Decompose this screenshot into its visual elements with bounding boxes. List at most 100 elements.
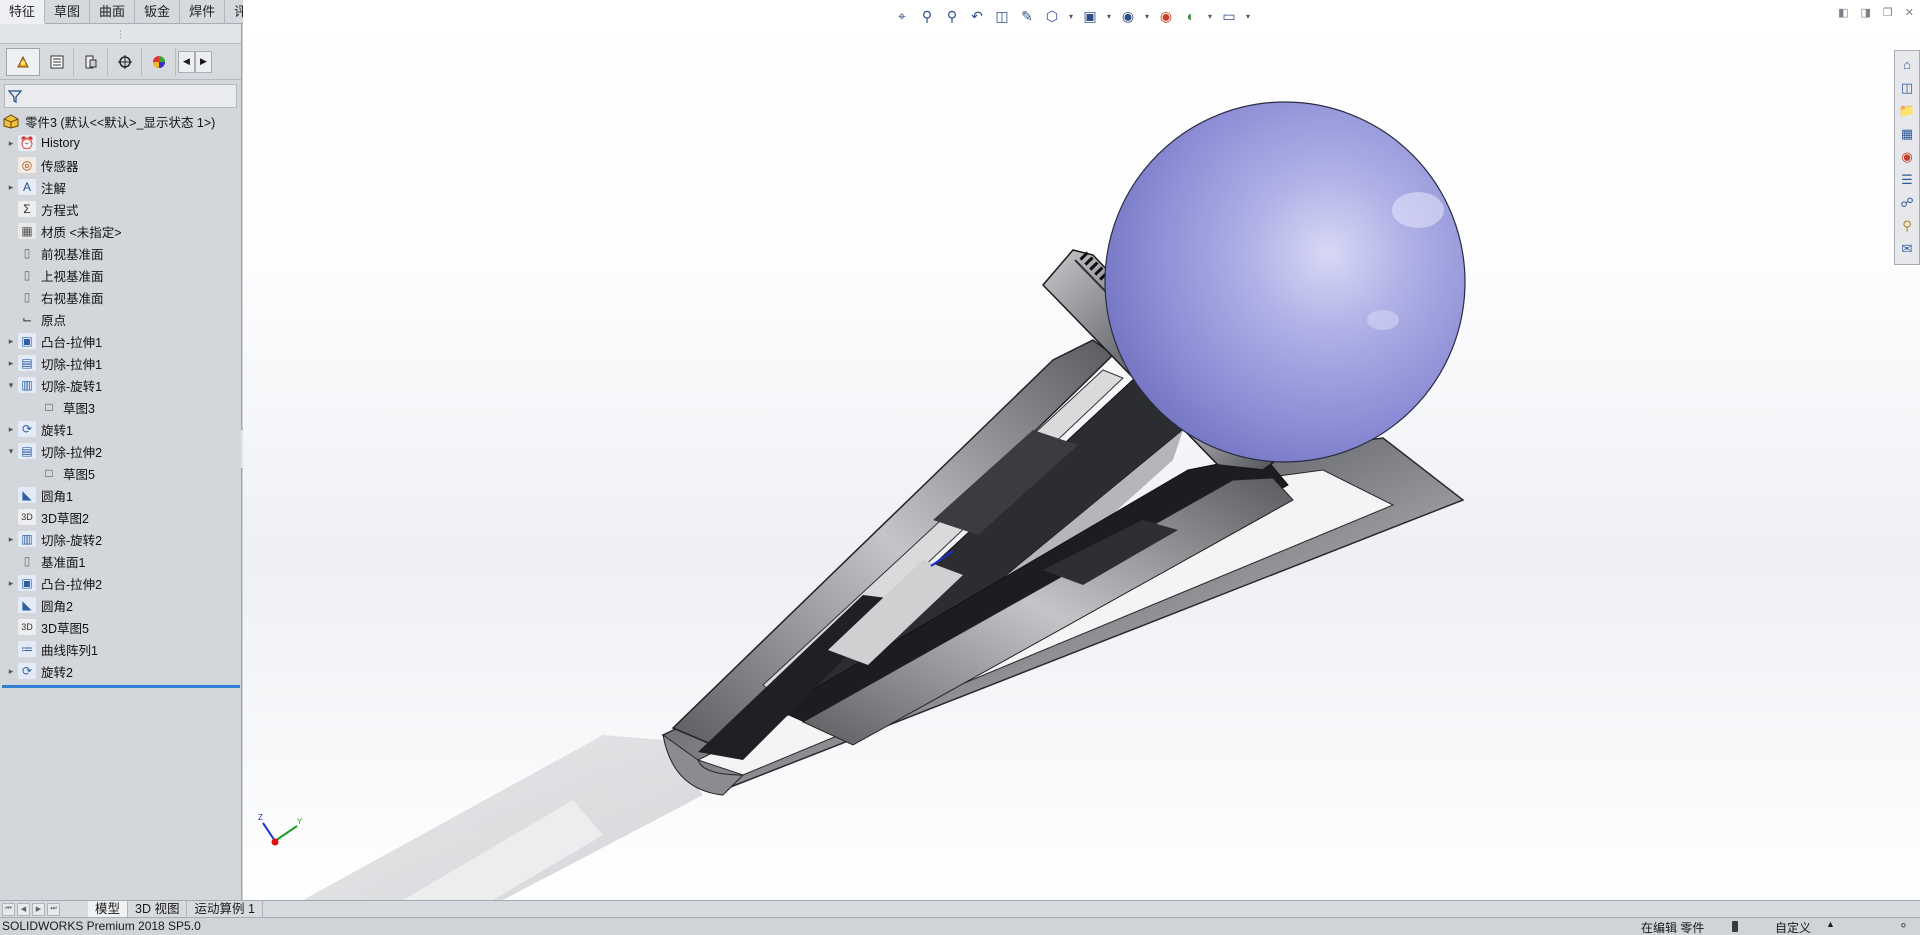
command-tab[interactable]: 钣金: [135, 0, 181, 24]
tree-item[interactable]: ▸ A 注解: [0, 176, 241, 198]
tree-item[interactable]: ▸ ▣ 凸台-拉伸2: [0, 572, 241, 594]
feature-manager-icon[interactable]: [6, 47, 40, 76]
edit-appearance-icon[interactable]: ◉: [1155, 5, 1177, 27]
prev-tab-icon[interactable]: ◀: [17, 902, 30, 916]
tree-item[interactable]: ⌙ 原点: [0, 308, 241, 330]
model-tab[interactable]: 模型: [88, 900, 129, 918]
tree-item[interactable]: ▦ 材质 <未指定>: [0, 220, 241, 242]
tree-item[interactable]: ◣ 圆角1: [0, 484, 241, 506]
design-library-icon[interactable]: ◫: [1896, 76, 1918, 99]
help-icon[interactable]: ⚬: [1898, 918, 1909, 934]
tree-item[interactable]: ▾ ▤ 切除-拉伸2: [0, 440, 241, 462]
file-explorer-icon[interactable]: 📁: [1896, 99, 1918, 122]
tree-item[interactable]: ▯ 右视基准面: [0, 286, 241, 308]
tree-item-label: 传感器: [41, 159, 79, 174]
tips-icon[interactable]: ⚲: [1896, 214, 1918, 237]
tree-item[interactable]: Σ 方程式: [0, 198, 241, 220]
display-style-icon[interactable]: ▣: [1079, 5, 1101, 27]
scroll-left-arrow-icon[interactable]: ◀: [178, 50, 195, 73]
restore-icon[interactable]: ❐: [1883, 6, 1893, 19]
dropdown-caret-icon[interactable]: ▾: [1104, 5, 1114, 27]
hide-show-items-icon[interactable]: ◉: [1117, 5, 1139, 27]
previous-view-icon[interactable]: ↶: [966, 5, 988, 27]
expand-arrow-icon[interactable]: ▸: [4, 666, 18, 677]
last-tab-icon[interactable]: ⏭: [47, 902, 60, 916]
command-tab[interactable]: 特征: [0, 0, 46, 24]
tree-item[interactable]: ▸ ⟳ 旋转2: [0, 660, 241, 682]
appearances-icon[interactable]: ◉: [1896, 145, 1918, 168]
curve-pattern-icon: ≔: [18, 641, 36, 657]
property-manager-icon[interactable]: [40, 47, 74, 76]
plane-icon: ▯: [23, 290, 31, 304]
tree-item[interactable]: 3D 3D草图5: [0, 616, 241, 638]
tree-item[interactable]: ▯ 上视基准面: [0, 264, 241, 286]
display-manager-icon[interactable]: [142, 47, 176, 76]
configuration-manager-icon[interactable]: [74, 47, 108, 76]
model-tab[interactable]: 运动算例 1: [187, 900, 263, 918]
close-icon[interactable]: ✕: [1905, 6, 1914, 19]
unit-system[interactable]: 自定义: [1775, 919, 1811, 935]
view-settings-icon[interactable]: ▭: [1218, 5, 1240, 27]
dropdown-caret-icon[interactable]: ▾: [1142, 5, 1152, 27]
expand-arrow-icon[interactable]: ▸: [4, 424, 18, 435]
scroll-right-arrow-icon[interactable]: ▶: [195, 50, 212, 73]
tree-item[interactable]: ▯ 前视基准面: [0, 242, 241, 264]
solidworks-resources-icon[interactable]: ⌂: [1896, 53, 1918, 76]
view-palette-icon[interactable]: ▦: [1896, 122, 1918, 145]
feature-filter-input[interactable]: [4, 84, 237, 108]
zoom-to-area-icon[interactable]: ⚲: [941, 5, 963, 27]
tree-item[interactable]: □ 草图3: [0, 396, 241, 418]
chat-icon[interactable]: ✉: [1896, 237, 1918, 260]
command-tab[interactable]: 曲面: [90, 0, 136, 24]
tree-item[interactable]: ▸ ▤ 切除-拉伸1: [0, 352, 241, 374]
dimxpert-manager-icon[interactable]: [108, 47, 142, 76]
expand-arrow-icon[interactable]: ▸: [4, 358, 18, 369]
gem-sphere[interactable]: [1104, 101, 1466, 463]
tree-item[interactable]: 3D 3D草图2: [0, 506, 241, 528]
dropdown-caret-icon[interactable]: ▾: [1205, 5, 1215, 27]
tree-item[interactable]: ◎ 传感器: [0, 154, 241, 176]
expand-arrow-open-icon[interactable]: ▾: [4, 380, 18, 391]
apply-scene-icon[interactable]: ◐: [1180, 5, 1202, 27]
tree-item[interactable]: ▸ ⏰ History: [0, 132, 241, 154]
first-tab-icon[interactable]: ⏮: [2, 902, 15, 916]
unit-menu-caret[interactable]: ▲: [1826, 919, 1835, 929]
rollback-bar[interactable]: [2, 685, 240, 688]
panel-grip[interactable]: ⋮: [0, 24, 241, 44]
expand-arrow-open-icon[interactable]: ▾: [4, 446, 18, 457]
revolve-icon: ⟳: [18, 421, 36, 437]
command-tab[interactable]: 草图: [45, 0, 91, 24]
dropdown-caret-icon[interactable]: ▾: [1243, 5, 1253, 27]
dropdown-caret-icon[interactable]: ▾: [1066, 5, 1076, 27]
tile-right-icon[interactable]: ◨: [1861, 6, 1871, 19]
model-viewport[interactable]: [243, 0, 1920, 900]
expand-arrow-icon[interactable]: ▸: [4, 138, 18, 149]
tree-item[interactable]: ▸ ⟳ 旋转1: [0, 418, 241, 440]
expand-arrow-icon[interactable]: ▸: [4, 578, 18, 589]
expand-arrow-icon[interactable]: ▸: [4, 336, 18, 347]
dynamic-annotation-icon[interactable]: ✎: [1016, 5, 1038, 27]
rebuild-indicator-icon[interactable]: [1732, 921, 1738, 932]
model-tab[interactable]: 3D 视图: [128, 900, 188, 918]
graphics-area[interactable]: ⌖ ⚲ ⚲ ↶ ◫ ✎ ⬡ ▾ ▣ ▾ ◉ ▾ ◉ ◐ ▾ ▭ ▾ ◧ ◨ ❐ ✕ ⌂ ◫ 📁 ▦ ◉ ☰ ☍ ⚲ ✉ Z Y: [243, 0, 1920, 900]
expand-arrow-icon[interactable]: ▸: [4, 182, 18, 193]
solidworks-forum-icon[interactable]: ☍: [1896, 191, 1918, 214]
zoom-to-fit-icon[interactable]: ⚲: [916, 5, 938, 27]
tile-left-icon[interactable]: ◧: [1838, 6, 1848, 19]
tree-item[interactable]: ▯ 基准面1: [0, 550, 241, 572]
tree-item[interactable]: ≔ 曲线阵列1: [0, 638, 241, 660]
custom-properties-icon[interactable]: ☰: [1896, 168, 1918, 191]
tree-root-part[interactable]: 零件3 (默认<<默认>_显示状态 1>): [0, 110, 241, 132]
tree-item[interactable]: ▸ ▥ 切除-旋转2: [0, 528, 241, 550]
view-orientation-cube-icon[interactable]: ⬡: [1041, 5, 1063, 27]
section-view-icon[interactable]: ◫: [991, 5, 1013, 27]
tree-item-label: 旋转2: [41, 665, 73, 680]
tree-item[interactable]: □ 草图5: [0, 462, 241, 484]
command-tab[interactable]: 焊件: [180, 0, 226, 24]
tree-item[interactable]: ◣ 圆角2: [0, 594, 241, 616]
view-orientation-icon[interactable]: ⌖: [891, 5, 913, 27]
next-tab-icon[interactable]: ▶: [32, 902, 45, 916]
expand-arrow-icon[interactable]: ▸: [4, 534, 18, 545]
tree-item[interactable]: ▾ ▥ 切除-旋转1: [0, 374, 241, 396]
tree-item[interactable]: ▸ ▣ 凸台-拉伸1: [0, 330, 241, 352]
